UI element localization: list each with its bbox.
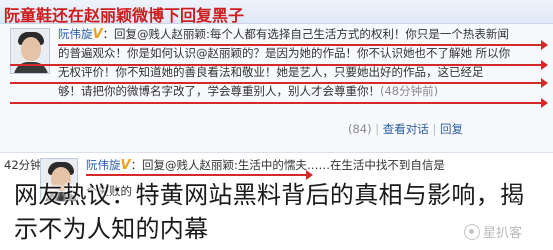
comment-line: 的普遍观众！你是如何认识@赵丽颖的？是因为她的作品！你不认识她也不了解她 所以你 (58, 46, 511, 60)
comment-line: 阮伟旋V：回复@贱人赵丽颖:每个人都有选择自己生活方式的权利！你只是一个热表新闻 (58, 26, 509, 43)
reply-link[interactable]: 回复 (440, 122, 463, 136)
watermark-logo-icon (464, 224, 480, 240)
action-bar: (84) | 查看对话 | 回复 (348, 122, 463, 136)
comment-text: ：回复@贱人赵丽颖:生活中的懦夫 (130, 158, 307, 172)
red-underline-arrow (10, 60, 548, 70)
v-badge-icon: V (120, 158, 131, 173)
watermark-text: 星扒客 (483, 226, 523, 241)
comment-text: 够！请把你的微博名字改了，学会尊重别人，别人才会尊重你！ (58, 84, 380, 98)
comment-time: (48分钟前) (380, 84, 439, 98)
v-badge-icon: V (92, 27, 103, 42)
page-title: 阮童鞋还在赵丽颖微博下回复黑子 (4, 6, 245, 25)
view-conversation-link[interactable]: 查看对话 (383, 122, 429, 136)
comment-line: 阮伟旋V：回复@贱人赵丽颖:生活中的懦夫……在生活中找不到自信是 (86, 157, 445, 174)
avatar[interactable] (10, 28, 50, 74)
red-underline-arrow (10, 98, 548, 108)
red-underline-arrow (58, 40, 548, 50)
comment-line: 够！请把你的微博名字改了，学会尊重别人，别人才会尊重你！(48分钟前) (58, 83, 438, 99)
red-underline-arrow (86, 170, 313, 180)
watermark: 星扒客 (464, 222, 522, 241)
comment-post-1: 阮伟旋V：回复@贱人赵丽颖:每个人都有选择自己生活方式的权利！你只是一个热表新闻… (0, 24, 553, 152)
comment-line: 无权评价！你不知道她的善良看法和敬业！她是艺人，只要她出好的作品，这已经足 (58, 65, 484, 79)
comment-text: ……在生活中找不到自信是 (306, 158, 445, 172)
forward-count[interactable]: (84) (348, 122, 372, 136)
caption-line: 网友热议：特黄网站黑料背后的真相与影响，揭 (14, 181, 525, 209)
header-band: 阮童鞋还在赵丽颖微博下回复黑子 (0, 0, 553, 25)
red-underline-arrow (10, 78, 548, 88)
comment-text: ：回复@贱人赵丽颖:每个人都有选择自己生活方式的权利！你只是一个热表新闻 (102, 27, 509, 41)
username-link[interactable]: 阮伟旋 (58, 27, 93, 41)
username-link[interactable]: 阮伟旋 (86, 158, 121, 172)
